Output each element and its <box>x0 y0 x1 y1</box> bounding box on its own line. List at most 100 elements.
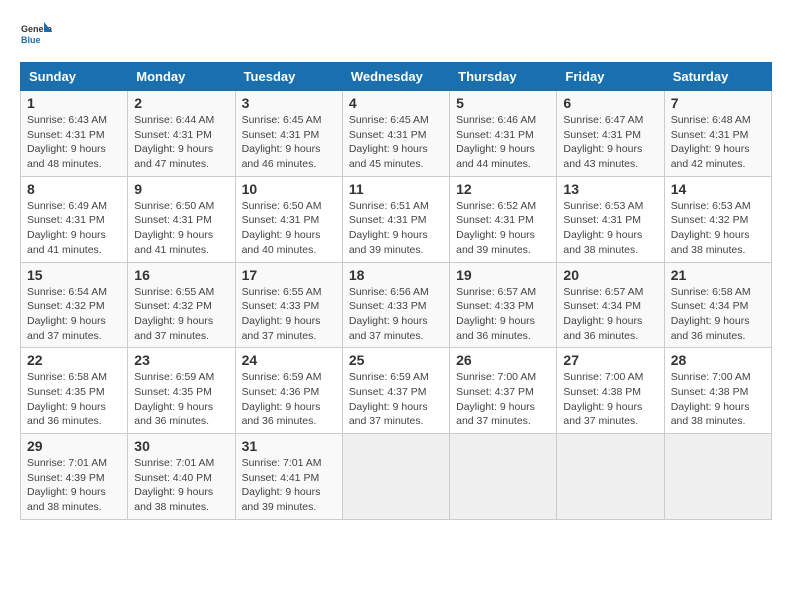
day-number: 11 <box>349 181 443 197</box>
day-number: 9 <box>134 181 228 197</box>
calendar-day-cell: 27 Sunrise: 7:00 AM Sunset: 4:38 PM Dayli… <box>557 348 664 434</box>
day-info: Sunrise: 7:01 AM Sunset: 4:39 PM Dayligh… <box>27 456 121 515</box>
calendar-week-4: 22 Sunrise: 6:58 AM Sunset: 4:35 PM Dayli… <box>21 348 772 434</box>
day-info: Sunrise: 6:57 AM Sunset: 4:33 PM Dayligh… <box>456 285 550 344</box>
day-header-friday: Friday <box>557 63 664 91</box>
day-number: 25 <box>349 352 443 368</box>
calendar-day-cell: 3 Sunrise: 6:45 AM Sunset: 4:31 PM Daylig… <box>235 91 342 177</box>
day-info: Sunrise: 6:49 AM Sunset: 4:31 PM Dayligh… <box>27 199 121 258</box>
calendar-day-cell: 14 Sunrise: 6:53 AM Sunset: 4:32 PM Dayli… <box>664 176 771 262</box>
day-number: 26 <box>456 352 550 368</box>
calendar-day-cell: 20 Sunrise: 6:57 AM Sunset: 4:34 PM Dayli… <box>557 262 664 348</box>
day-number: 15 <box>27 267 121 283</box>
calendar-day-cell: 29 Sunrise: 7:01 AM Sunset: 4:39 PM Dayli… <box>21 434 128 520</box>
calendar-week-3: 15Sunrise: 6:54 AM Sunset: 4:32 PM Dayli… <box>21 262 772 348</box>
day-info: Sunrise: 6:57 AM Sunset: 4:34 PM Dayligh… <box>563 285 657 344</box>
day-number: 30 <box>134 438 228 454</box>
day-number: 31 <box>242 438 336 454</box>
day-header-tuesday: Tuesday <box>235 63 342 91</box>
day-info: Sunrise: 6:43 AM Sunset: 4:31 PM Dayligh… <box>27 113 121 172</box>
calendar-week-1: 1 Sunrise: 6:43 AM Sunset: 4:31 PM Daylig… <box>21 91 772 177</box>
calendar-day-cell: 31 Sunrise: 7:01 AM Sunset: 4:41 PM Dayli… <box>235 434 342 520</box>
day-header-monday: Monday <box>128 63 235 91</box>
calendar-day-cell: 24Sunrise: 6:59 AM Sunset: 4:36 PM Dayli… <box>235 348 342 434</box>
day-number: 12 <box>456 181 550 197</box>
calendar-day-cell: 13 Sunrise: 6:53 AM Sunset: 4:31 PM Dayli… <box>557 176 664 262</box>
calendar-day-cell: 10Sunrise: 6:50 AM Sunset: 4:31 PM Dayli… <box>235 176 342 262</box>
day-info: Sunrise: 7:01 AM Sunset: 4:41 PM Dayligh… <box>242 456 336 515</box>
day-number: 16 <box>134 267 228 283</box>
calendar-day-cell: 21 Sunrise: 6:58 AM Sunset: 4:34 PM Dayli… <box>664 262 771 348</box>
day-header-saturday: Saturday <box>664 63 771 91</box>
day-number: 27 <box>563 352 657 368</box>
calendar-day-cell: 6 Sunrise: 6:47 AM Sunset: 4:31 PM Daylig… <box>557 91 664 177</box>
day-info: Sunrise: 7:00 AM Sunset: 4:38 PM Dayligh… <box>671 370 765 429</box>
calendar-header-row: SundayMondayTuesdayWednesdayThursdayFrid… <box>21 63 772 91</box>
day-number: 14 <box>671 181 765 197</box>
calendar-day-cell: 2 Sunrise: 6:44 AM Sunset: 4:31 PM Daylig… <box>128 91 235 177</box>
day-header-wednesday: Wednesday <box>342 63 449 91</box>
day-header-thursday: Thursday <box>450 63 557 91</box>
calendar-day-cell: 28 Sunrise: 7:00 AM Sunset: 4:38 PM Dayli… <box>664 348 771 434</box>
day-number: 5 <box>456 95 550 111</box>
day-header-sunday: Sunday <box>21 63 128 91</box>
day-info: Sunrise: 6:47 AM Sunset: 4:31 PM Dayligh… <box>563 113 657 172</box>
day-number: 18 <box>349 267 443 283</box>
day-number: 20 <box>563 267 657 283</box>
day-info: Sunrise: 6:56 AM Sunset: 4:33 PM Dayligh… <box>349 285 443 344</box>
day-info: Sunrise: 6:48 AM Sunset: 4:31 PM Dayligh… <box>671 113 765 172</box>
day-info: Sunrise: 6:55 AM Sunset: 4:32 PM Dayligh… <box>134 285 228 344</box>
day-number: 19 <box>456 267 550 283</box>
day-info: Sunrise: 6:44 AM Sunset: 4:31 PM Dayligh… <box>134 113 228 172</box>
calendar-day-cell: 18 Sunrise: 6:56 AM Sunset: 4:33 PM Dayli… <box>342 262 449 348</box>
calendar-day-cell <box>664 434 771 520</box>
calendar-day-cell: 15Sunrise: 6:54 AM Sunset: 4:32 PM Dayli… <box>21 262 128 348</box>
calendar-day-cell: 12Sunrise: 6:52 AM Sunset: 4:31 PM Dayli… <box>450 176 557 262</box>
calendar-day-cell: 1 Sunrise: 6:43 AM Sunset: 4:31 PM Daylig… <box>21 91 128 177</box>
day-number: 28 <box>671 352 765 368</box>
calendar-day-cell <box>557 434 664 520</box>
calendar-day-cell <box>342 434 449 520</box>
logo-svg: General Blue <box>20 20 52 52</box>
day-info: Sunrise: 6:59 AM Sunset: 4:35 PM Dayligh… <box>134 370 228 429</box>
day-number: 29 <box>27 438 121 454</box>
day-number: 13 <box>563 181 657 197</box>
day-info: Sunrise: 6:58 AM Sunset: 4:35 PM Dayligh… <box>27 370 121 429</box>
calendar-table: SundayMondayTuesdayWednesdayThursdayFrid… <box>20 62 772 520</box>
day-info: Sunrise: 6:50 AM Sunset: 4:31 PM Dayligh… <box>242 199 336 258</box>
svg-text:Blue: Blue <box>21 35 41 45</box>
day-info: Sunrise: 6:46 AM Sunset: 4:31 PM Dayligh… <box>456 113 550 172</box>
day-number: 24 <box>242 352 336 368</box>
day-number: 22 <box>27 352 121 368</box>
day-number: 8 <box>27 181 121 197</box>
day-info: Sunrise: 7:00 AM Sunset: 4:38 PM Dayligh… <box>563 370 657 429</box>
calendar-day-cell: 8 Sunrise: 6:49 AM Sunset: 4:31 PM Daylig… <box>21 176 128 262</box>
day-number: 7 <box>671 95 765 111</box>
calendar-day-cell: 19 Sunrise: 6:57 AM Sunset: 4:33 PM Dayli… <box>450 262 557 348</box>
day-number: 17 <box>242 267 336 283</box>
calendar-day-cell: 4Sunrise: 6:45 AM Sunset: 4:31 PM Daylig… <box>342 91 449 177</box>
day-info: Sunrise: 6:45 AM Sunset: 4:31 PM Dayligh… <box>242 113 336 172</box>
calendar-day-cell <box>450 434 557 520</box>
day-number: 21 <box>671 267 765 283</box>
calendar-day-cell: 11Sunrise: 6:51 AM Sunset: 4:31 PM Dayli… <box>342 176 449 262</box>
calendar-day-cell: 9 Sunrise: 6:50 AM Sunset: 4:31 PM Daylig… <box>128 176 235 262</box>
day-info: Sunrise: 6:55 AM Sunset: 4:33 PM Dayligh… <box>242 285 336 344</box>
day-number: 23 <box>134 352 228 368</box>
calendar-day-cell: 23 Sunrise: 6:59 AM Sunset: 4:35 PM Dayli… <box>128 348 235 434</box>
calendar-day-cell: 5 Sunrise: 6:46 AM Sunset: 4:31 PM Daylig… <box>450 91 557 177</box>
calendar-week-5: 29 Sunrise: 7:01 AM Sunset: 4:39 PM Dayli… <box>21 434 772 520</box>
day-number: 3 <box>242 95 336 111</box>
day-number: 1 <box>27 95 121 111</box>
calendar-week-2: 8 Sunrise: 6:49 AM Sunset: 4:31 PM Daylig… <box>21 176 772 262</box>
day-info: Sunrise: 6:50 AM Sunset: 4:31 PM Dayligh… <box>134 199 228 258</box>
calendar-day-cell: 17 Sunrise: 6:55 AM Sunset: 4:33 PM Dayli… <box>235 262 342 348</box>
day-info: Sunrise: 6:53 AM Sunset: 4:32 PM Dayligh… <box>671 199 765 258</box>
day-info: Sunrise: 6:58 AM Sunset: 4:34 PM Dayligh… <box>671 285 765 344</box>
calendar-day-cell: 16 Sunrise: 6:55 AM Sunset: 4:32 PM Dayli… <box>128 262 235 348</box>
day-info: Sunrise: 6:53 AM Sunset: 4:31 PM Dayligh… <box>563 199 657 258</box>
logo: General Blue <box>20 20 52 52</box>
day-number: 6 <box>563 95 657 111</box>
day-info: Sunrise: 7:00 AM Sunset: 4:37 PM Dayligh… <box>456 370 550 429</box>
day-number: 2 <box>134 95 228 111</box>
